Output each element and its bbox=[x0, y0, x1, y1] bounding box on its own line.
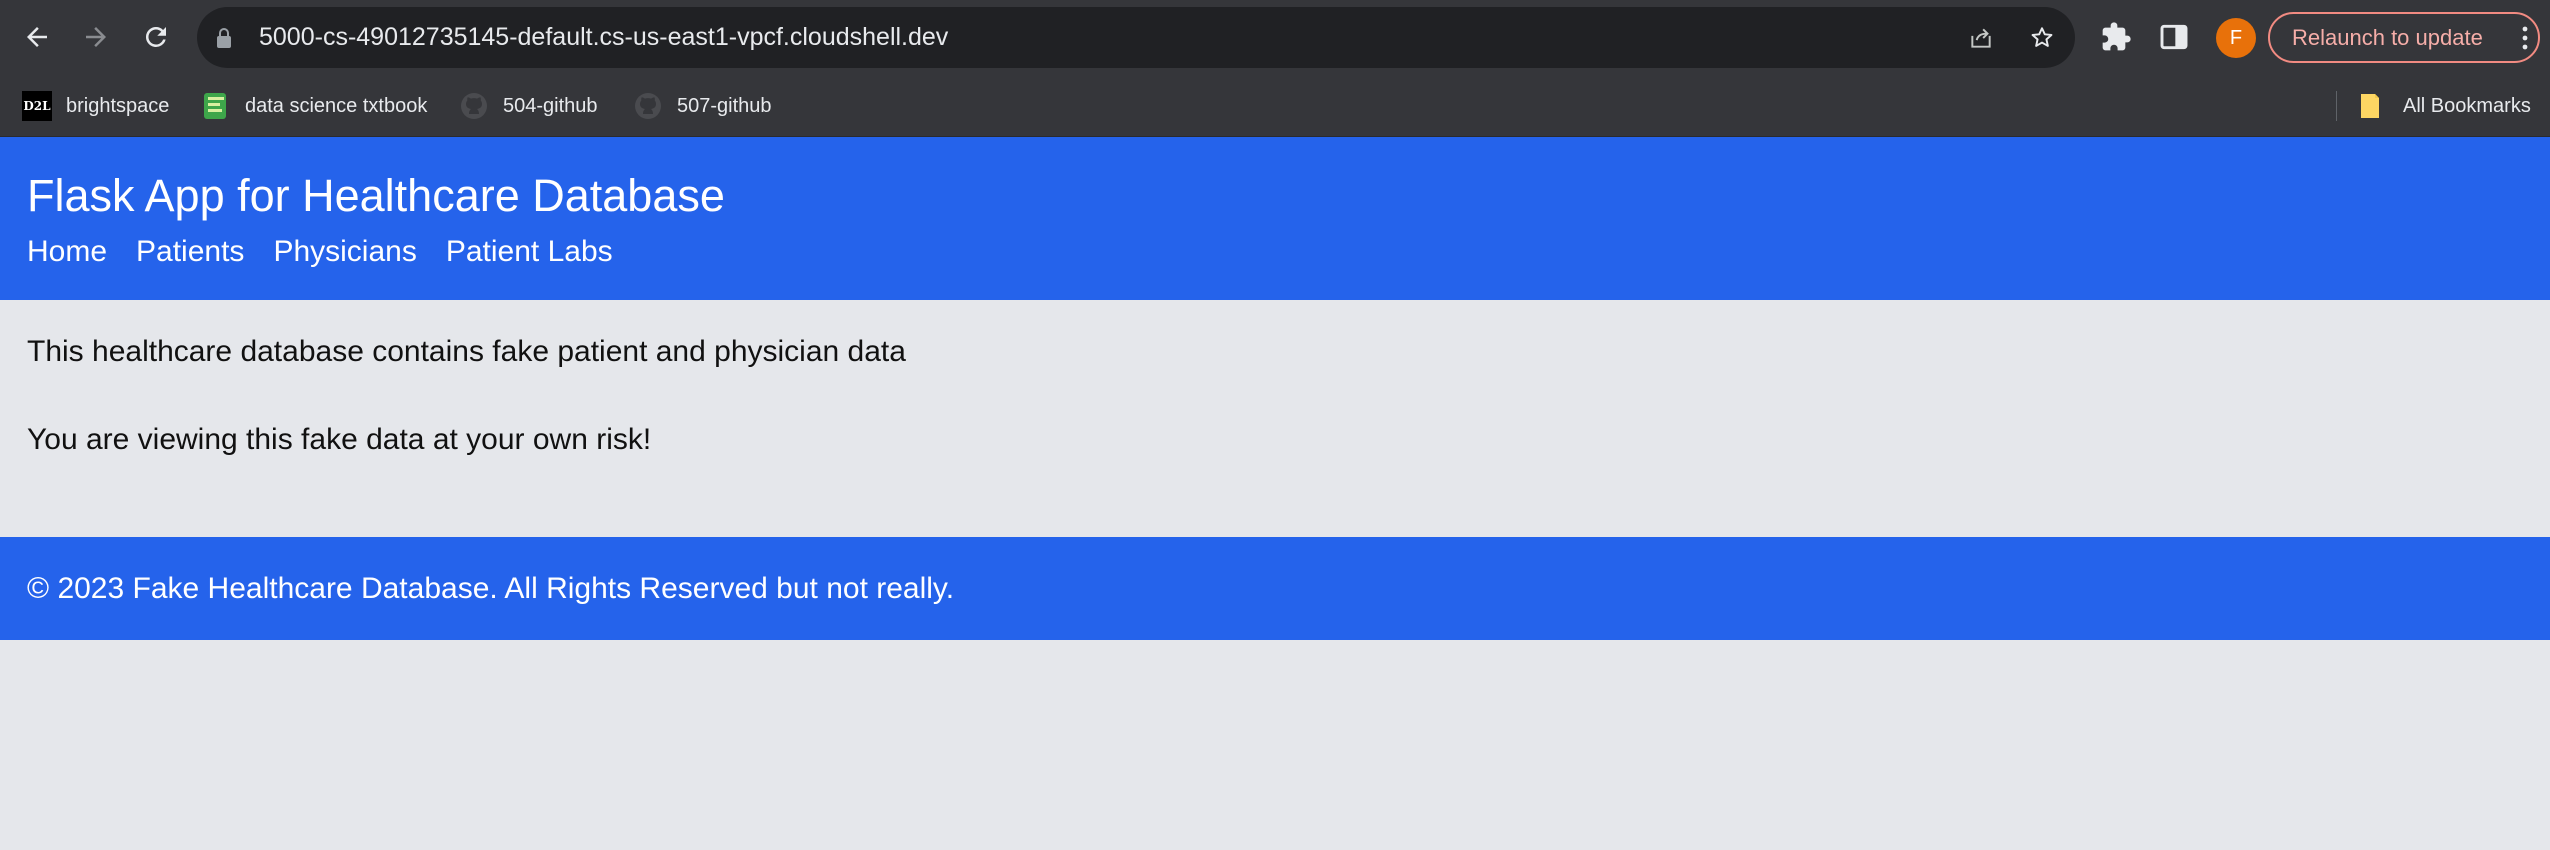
bookmark-star-icon[interactable] bbox=[2029, 25, 2055, 51]
browser-toolbar: 5000-cs-49012735145-default.cs-us-east1-… bbox=[0, 0, 2550, 75]
lock-icon bbox=[217, 28, 231, 48]
bookmark-507-github[interactable]: 507-github bbox=[633, 75, 772, 137]
nav-link-patient-labs[interactable]: Patient Labs bbox=[446, 235, 613, 269]
site-header: Flask App for Healthcare Database Home P… bbox=[0, 137, 2550, 300]
url-text[interactable]: 5000-cs-49012735145-default.cs-us-east1-… bbox=[259, 7, 948, 68]
bookmark-label: 507-github bbox=[677, 94, 772, 117]
github-icon bbox=[461, 93, 487, 119]
site-footer: © 2023 Fake Healthcare Database. All Rig… bbox=[0, 537, 2550, 640]
d2l-logo-icon: D2L bbox=[22, 91, 52, 121]
profile-avatar[interactable]: F bbox=[2216, 18, 2256, 58]
main-nav: Home Patients Physicians Patient Labs bbox=[27, 235, 642, 269]
address-bar[interactable]: 5000-cs-49012735145-default.cs-us-east1-… bbox=[197, 7, 2075, 68]
nav-link-physicians[interactable]: Physicians bbox=[273, 235, 416, 269]
forward-button[interactable] bbox=[78, 19, 114, 55]
bookmark-504-github[interactable]: 504-github bbox=[459, 75, 598, 137]
bookmark-label: brightspace bbox=[66, 94, 170, 117]
svg-text:D2L: D2L bbox=[23, 99, 51, 113]
back-arrow-icon bbox=[27, 27, 47, 47]
all-bookmarks-label: All Bookmarks bbox=[2403, 94, 2531, 117]
folder-icon bbox=[2361, 94, 2379, 118]
share-icon[interactable] bbox=[1968, 25, 1994, 51]
github-icon bbox=[635, 93, 661, 119]
page-title: Flask App for Healthcare Database bbox=[27, 170, 725, 221]
reload-icon bbox=[145, 26, 166, 47]
back-button[interactable] bbox=[19, 19, 55, 55]
nav-link-home[interactable]: Home bbox=[27, 235, 107, 269]
book-icon bbox=[204, 93, 226, 119]
reload-button[interactable] bbox=[138, 19, 174, 55]
all-bookmarks-folder[interactable]: All Bookmarks bbox=[2355, 75, 2531, 137]
more-vert-icon[interactable] bbox=[2520, 25, 2530, 51]
forward-arrow-icon bbox=[86, 27, 106, 47]
bookmarks-divider bbox=[2336, 91, 2337, 121]
side-panel-icon[interactable] bbox=[2158, 21, 2190, 53]
warning-text: You are viewing this fake data at your o… bbox=[27, 423, 652, 456]
bookmark-label: 504-github bbox=[503, 94, 598, 117]
bookmark-brightspace[interactable]: D2L brightspace bbox=[22, 75, 169, 137]
relaunch-button[interactable]: Relaunch to update bbox=[2268, 12, 2540, 63]
intro-text: This healthcare database contains fake p… bbox=[27, 335, 906, 368]
bookmarks-bar: D2L brightspace data science txtbook 504… bbox=[0, 75, 2550, 137]
bookmark-label: data science txtbook bbox=[245, 94, 428, 117]
extensions-icon[interactable] bbox=[2100, 21, 2132, 53]
nav-link-patients[interactable]: Patients bbox=[136, 235, 244, 269]
footer-text: © 2023 Fake Healthcare Database. All Rig… bbox=[27, 572, 955, 605]
bookmark-data-science-txtbook[interactable]: data science txtbook bbox=[201, 75, 427, 137]
relaunch-label: Relaunch to update bbox=[2292, 25, 2483, 50]
